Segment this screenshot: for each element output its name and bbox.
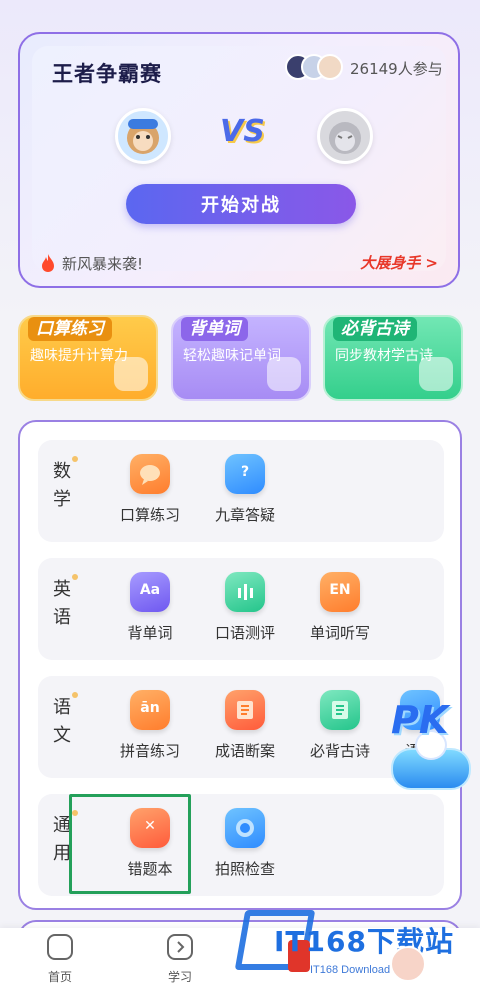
speech-bubble-icon — [130, 454, 170, 494]
feature-card-poems[interactable]: 必背古诗 同步教材学古诗 — [323, 315, 463, 401]
tool-oral-test[interactable]: 口语测评 — [200, 572, 290, 643]
watermark-subtitle: IT168 Download — [310, 964, 391, 976]
home-icon — [47, 934, 73, 960]
tool-label: 拼音练习 — [119, 742, 180, 760]
decor-dot — [72, 692, 78, 698]
book-aa-icon: Aa — [130, 572, 170, 612]
subject-row-math: 数学 口算练习 ? 九章答疑 — [38, 440, 444, 542]
tool-label: 九章答疑 — [214, 506, 275, 524]
battle-footer: 新风暴来袭! 大展身手 > — [40, 252, 438, 276]
tool-label: 成语断案 — [214, 742, 275, 760]
tab-label: 首页 — [47, 970, 72, 984]
feature-subtitle: 趣味提升计算力 — [30, 348, 128, 364]
feature-title: 背单词 — [181, 317, 248, 341]
tool-jiuzhang-qa[interactable]: ? 九章答疑 — [200, 454, 290, 525]
show-skills-link[interactable]: 大展身手 > — [360, 252, 438, 273]
tool-word-dictation[interactable]: EN 单词听写 — [295, 572, 385, 643]
pk-floating-button[interactable]: PK — [385, 694, 477, 798]
tool-mental-math[interactable]: 口算练习 — [105, 454, 195, 525]
selection-highlight — [69, 794, 191, 894]
opponent-avatar-placeholder — [317, 108, 373, 164]
tool-label: 拍照检查 — [214, 860, 275, 878]
feature-title: 必背古诗 — [333, 317, 417, 341]
tool-idiom-case[interactable]: 成语断案 — [200, 690, 290, 761]
news-text: 新风暴来袭! — [62, 255, 144, 273]
feature-title: 口算练习 — [28, 317, 112, 341]
tab-label: 学习 — [167, 970, 192, 984]
feature-subtitle: 同步教材学古诗 — [335, 348, 433, 364]
start-battle-button[interactable]: 开始对战 — [126, 184, 356, 224]
battle-title: 王者争霸赛 — [52, 62, 162, 86]
tool-pinyin[interactable]: ān 拼音练习 — [105, 690, 195, 761]
voice-wave-icon — [225, 572, 265, 612]
poem-icon — [320, 690, 360, 730]
avatar — [317, 54, 343, 80]
subject-row-chinese: 语文 ān 拼音练习 成语断案 必背古诗 语文 — [38, 676, 444, 778]
speech-bubble-icon — [114, 357, 148, 391]
pinyin-icon: ān — [130, 690, 170, 730]
participant-count: 26149人参与 — [350, 60, 443, 78]
poem-icon — [419, 357, 453, 391]
tool-classic-poems[interactable]: 必背古诗 — [295, 690, 385, 761]
player-avatar-monkey — [115, 108, 171, 164]
tool-vocabulary[interactable]: Aa 背单词 — [105, 572, 195, 643]
tool-label: 口语测评 — [214, 624, 275, 642]
camera-icon — [225, 808, 265, 848]
feature-subtitle: 轻松趣味记单词 — [183, 348, 281, 364]
decor-dot — [72, 456, 78, 462]
battle-card[interactable]: 王者争霸赛 26149人参与 VS 开始对战 新风暴来袭! 大展身手 > — [18, 32, 460, 288]
subject-label: 英语 — [53, 579, 71, 628]
subject-label: 语文 — [53, 697, 71, 746]
book-aa-icon — [267, 357, 301, 391]
vs-label: VS — [220, 114, 265, 149]
mascot-icon — [390, 946, 426, 982]
feature-card-vocabulary[interactable]: 背单词 轻松趣味记单词 — [171, 315, 311, 401]
pk-label: PK — [391, 698, 449, 742]
en-icon: EN — [320, 572, 360, 612]
subject-row-english: 英语 Aa 背单词 口语测评 EN 单词听写 — [38, 558, 444, 660]
play-icon — [167, 934, 193, 960]
participant-avatars — [285, 54, 355, 88]
tab-study[interactable]: 学习 — [150, 934, 210, 985]
tab-home[interactable]: 首页 — [30, 934, 90, 985]
tool-label: 口算练习 — [119, 506, 180, 524]
scroll-icon — [225, 690, 265, 730]
tool-label: 单词听写 — [309, 624, 370, 642]
watermark-title: IT168下载站 — [274, 925, 454, 958]
subject-label: 数学 — [53, 461, 71, 510]
fire-icon — [42, 254, 54, 272]
watermark-logo: IT168下载站 IT168 Download — [234, 900, 480, 990]
tool-label: 必背古诗 — [309, 742, 370, 760]
question-icon: ? — [225, 454, 265, 494]
decor-dot — [72, 574, 78, 580]
tool-label: 背单词 — [127, 624, 173, 642]
feature-card-mental-math[interactable]: 口算练习 趣味提升计算力 — [18, 315, 158, 401]
tool-photo-check[interactable]: 拍照检查 — [200, 808, 290, 879]
